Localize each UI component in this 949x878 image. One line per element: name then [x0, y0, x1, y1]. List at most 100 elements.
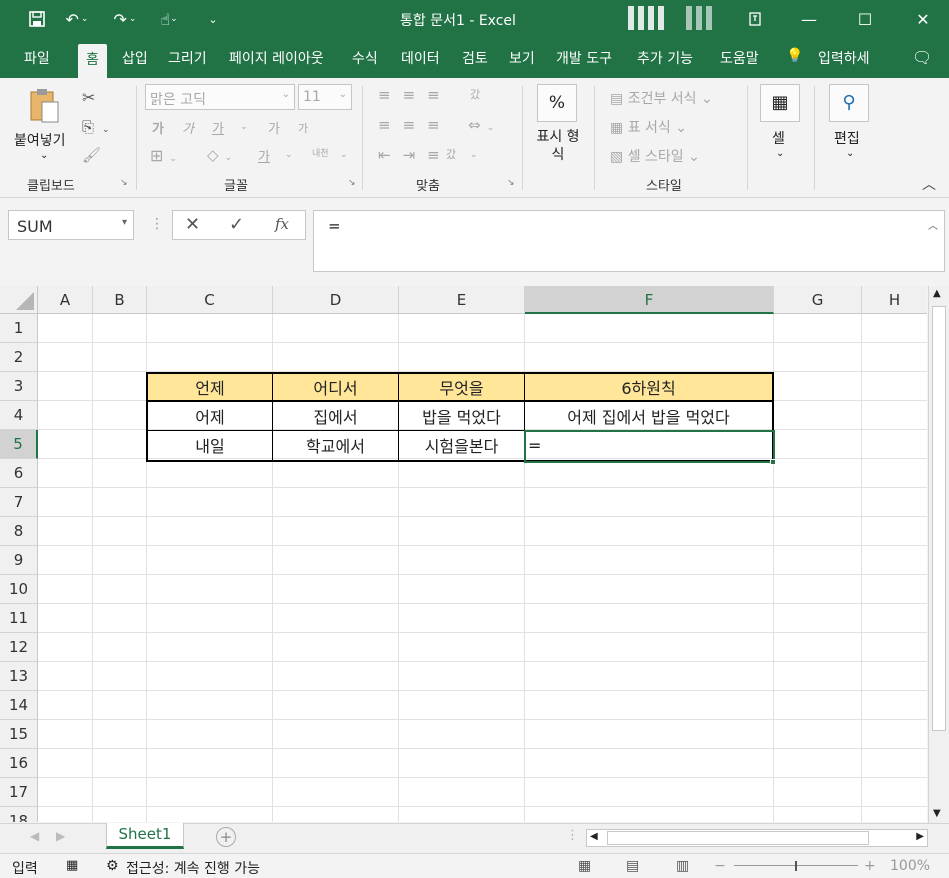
row-header[interactable]: 1 [0, 314, 38, 343]
tab-page-layout[interactable]: 페이지 레이아웃 [229, 48, 324, 68]
indent-icons[interactable]: ⇤⇥≡ [378, 146, 452, 164]
copy-icon[interactable]: ⎘ ⌄ [82, 118, 110, 136]
worksheet-grid[interactable]: A B C D E F G H 1 2 3 4 5 6 7 8 9 10 11 12 13 14 15 16 1… [0, 286, 927, 822]
orientation-button[interactable]: 갔 [470, 86, 480, 102]
increase-font-button[interactable]: 가 [268, 118, 280, 137]
collapse-ribbon-icon[interactable]: ︿ [922, 174, 936, 194]
comments-icon[interactable]: 🗨 [912, 48, 932, 67]
bold-button[interactable]: 가 [152, 118, 164, 137]
column-header-c[interactable]: C [147, 286, 273, 314]
cut-icon[interactable]: ✂ [82, 88, 95, 107]
table-cell[interactable]: 집에서 [272, 401, 399, 431]
vertical-scrollbar[interactable]: ▲ ▼ [928, 286, 949, 824]
row-header[interactable]: 17 [0, 778, 38, 807]
decrease-font-button[interactable]: 가 [298, 120, 308, 136]
dialog-launcher-icon[interactable]: ↘ [348, 178, 356, 188]
tab-draw[interactable]: 그리기 [168, 48, 207, 68]
row-header[interactable]: 13 [0, 662, 38, 691]
enter-icon[interactable]: ✓ [229, 214, 244, 235]
tab-file[interactable]: 파일 [24, 48, 50, 68]
paste-button[interactable]: 붙여넣기 [14, 130, 66, 150]
editing-button[interactable]: 편집 [834, 128, 860, 148]
lightbulb-icon[interactable]: 💡 [786, 48, 803, 64]
chevron-down-icon[interactable]: ▾ [122, 217, 127, 228]
column-header-e[interactable]: E [399, 286, 525, 314]
table-header-cell[interactable]: 언제 [146, 372, 273, 402]
table-cell[interactable]: 밥을 먹었다 [398, 401, 525, 431]
tab-addins[interactable]: 추가 기능 [637, 48, 693, 68]
normal-view-icon[interactable]: ▦ [578, 858, 591, 874]
redo-icon[interactable]: ↷ ⌄ [108, 8, 142, 30]
dialog-launcher-icon[interactable]: ↘ [507, 178, 515, 188]
chevron-down-icon[interactable]: ⌄ [340, 150, 348, 160]
tab-formulas[interactable]: 수식 [352, 48, 378, 68]
scroll-down-icon[interactable]: ▼ [933, 808, 941, 819]
tab-insert[interactable]: 삽입 [122, 48, 148, 68]
next-sheet-icon[interactable]: ▶ [56, 829, 65, 843]
cells-button[interactable]: 셀 [772, 128, 785, 148]
tab-splitter-icon[interactable]: ⋮ [566, 828, 579, 843]
name-box[interactable]: SUM ▾ [8, 210, 134, 240]
close-button[interactable]: ✕ [908, 6, 938, 32]
add-sheet-button[interactable]: + [216, 827, 236, 847]
prev-sheet-icon[interactable]: ◀ [30, 829, 39, 843]
touch-mode-icon[interactable]: ☝ ⌄ [154, 8, 184, 30]
font-size-select[interactable]: 11 ⌄ [298, 84, 352, 110]
tab-developer[interactable]: 개발 도구 [556, 48, 612, 68]
customize-qat-icon[interactable]: ⌄ [204, 8, 222, 30]
save-icon[interactable] [26, 8, 48, 30]
table-header-cell[interactable]: 무엇을 [398, 372, 525, 402]
row-header[interactable]: 2 [0, 343, 38, 372]
font-name-select[interactable]: 맑은 고딕 ⌄ [145, 84, 295, 110]
row-header[interactable]: 12 [0, 633, 38, 662]
paste-icon[interactable] [28, 86, 62, 126]
column-header-a[interactable]: A [38, 286, 93, 314]
column-header-h[interactable]: H [862, 286, 927, 314]
format-painter-icon[interactable]: 🖌 [82, 146, 101, 164]
number-format-button[interactable]: % [537, 84, 577, 122]
scroll-thumb[interactable] [607, 831, 869, 845]
row-header[interactable]: 16 [0, 749, 38, 778]
vertical-align-icons[interactable]: ≡≡≡ [378, 86, 452, 104]
cancel-icon[interactable]: ✕ [185, 214, 200, 235]
scroll-thumb[interactable] [932, 306, 946, 731]
scroll-right-icon[interactable]: ▶ [916, 831, 924, 842]
ribbon-display-icon[interactable] [740, 6, 770, 32]
table-header-cell[interactable]: 6하원칙 [524, 372, 774, 402]
scroll-left-icon[interactable]: ◀ [590, 831, 598, 842]
macro-record-icon[interactable]: ▦ [66, 858, 78, 873]
row-header[interactable]: 6 [0, 459, 38, 488]
chevron-down-icon[interactable]: ⌄ [846, 148, 854, 159]
table-cell[interactable]: 학교에서 [272, 430, 399, 462]
horizontal-scrollbar[interactable]: ◀ ▶ [586, 829, 928, 847]
row-header[interactable]: 7 [0, 488, 38, 517]
zoom-level[interactable]: 100% [890, 858, 930, 874]
splitter-icon[interactable]: ⋮ [150, 216, 164, 232]
insert-function-button[interactable]: fx [275, 215, 289, 233]
merge-center-icon[interactable]: ⇔ ⌄ [468, 116, 494, 134]
column-header-g[interactable]: G [774, 286, 862, 314]
row-header[interactable]: 10 [0, 575, 38, 604]
tell-me-search[interactable]: 입력하세 [818, 48, 870, 68]
format-as-table-button[interactable]: ▦ 표 서식 ⌄ [610, 117, 687, 137]
row-header[interactable]: 5 [0, 430, 38, 459]
chevron-down-icon[interactable]: ⌄ [776, 148, 784, 159]
row-header[interactable]: 8 [0, 517, 38, 546]
row-header[interactable]: 3 [0, 372, 38, 401]
cells-icon[interactable]: ▦ [760, 84, 800, 122]
row-header[interactable]: 11 [0, 604, 38, 633]
italic-button[interactable]: 가 [182, 118, 194, 137]
zoom-slider-thumb[interactable] [795, 861, 797, 871]
minimize-button[interactable]: — [794, 6, 824, 32]
table-cell[interactable]: 어제 집에서 밥을 먹었다 [524, 401, 774, 431]
horizontal-align-icons[interactable]: ≡≡≡ [378, 116, 452, 134]
tab-view[interactable]: 보기 [509, 48, 535, 68]
chevron-down-icon[interactable]: ⌄ [470, 150, 478, 160]
undo-icon[interactable]: ↶ ⌄ [60, 8, 94, 30]
scroll-up-icon[interactable]: ▲ [933, 288, 941, 299]
formula-input[interactable]: = ︿ [313, 210, 945, 272]
table-cell[interactable]: 내일 [146, 430, 273, 462]
row-header[interactable]: 14 [0, 691, 38, 720]
dialog-launcher-icon[interactable]: ↘ [120, 178, 128, 188]
table-cell[interactable]: 시험을본다 [398, 430, 525, 462]
